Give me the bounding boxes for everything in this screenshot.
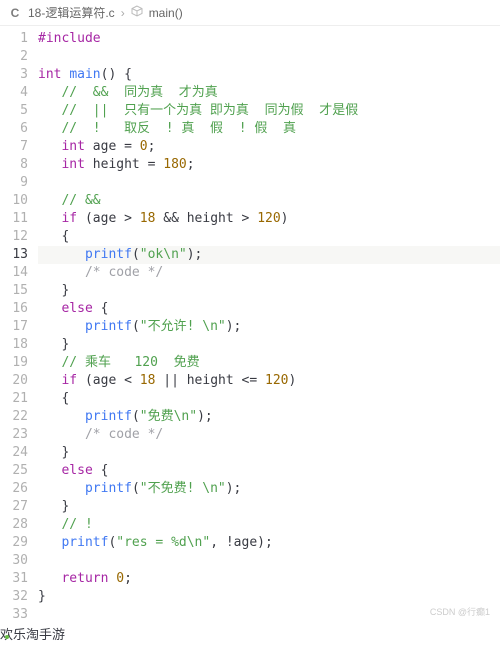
code-line[interactable]: /* code */: [38, 264, 500, 282]
line-number: 15: [0, 282, 28, 300]
line-number: 30: [0, 552, 28, 570]
code-line[interactable]: [38, 48, 500, 66]
code-line[interactable]: printf("ok\n");: [38, 246, 500, 264]
code-line[interactable]: }: [38, 282, 500, 300]
line-number: 27: [0, 498, 28, 516]
line-number: 8: [0, 156, 28, 174]
line-number: 7: [0, 138, 28, 156]
tab-symbol[interactable]: main(): [149, 6, 183, 20]
c-file-icon: C: [8, 6, 22, 20]
line-number: 2: [0, 48, 28, 66]
line-number: 4: [0, 84, 28, 102]
line-number: 5: [0, 102, 28, 120]
line-number: 1: [0, 30, 28, 48]
code-line[interactable]: }: [38, 498, 500, 516]
code-line[interactable]: [38, 174, 500, 192]
tab-filename[interactable]: 18-逻辑运算符.c: [28, 4, 115, 21]
code-line[interactable]: // ! 取反 ! 真 假 ! 假 真: [38, 120, 500, 138]
code-line[interactable]: }: [38, 444, 500, 462]
line-number: 24: [0, 444, 28, 462]
line-number: 25: [0, 462, 28, 480]
code-line[interactable]: int main() {: [38, 66, 500, 84]
line-number: 6: [0, 120, 28, 138]
code-line[interactable]: }: [38, 336, 500, 354]
line-number: 14: [0, 264, 28, 282]
watermark-text: 欢乐淘手游: [0, 628, 65, 643]
code-line[interactable]: }: [38, 588, 500, 606]
code-area[interactable]: #include int main() { // && 同为真 才为真 // |…: [38, 30, 500, 624]
line-number: 29: [0, 534, 28, 552]
code-line[interactable]: printf("不允许! \n");: [38, 318, 500, 336]
code-line[interactable]: else {: [38, 300, 500, 318]
breadcrumb: C 18-逻辑运算符.c › main(): [0, 0, 500, 26]
code-line[interactable]: // &&: [38, 192, 500, 210]
code-line[interactable]: printf("免费\n");: [38, 408, 500, 426]
line-number: 23: [0, 426, 28, 444]
symbol-icon: [131, 5, 143, 20]
code-line[interactable]: {: [38, 390, 500, 408]
code-line[interactable]: printf("res = %d\n", !age);: [38, 534, 500, 552]
line-number: 32: [0, 588, 28, 606]
code-line[interactable]: int height = 180;: [38, 156, 500, 174]
code-line[interactable]: else {: [38, 462, 500, 480]
code-line[interactable]: // 乘车 120 免费: [38, 354, 500, 372]
line-number: 28: [0, 516, 28, 534]
line-number-gutter: 1234567891011121314151617181920212223242…: [0, 30, 38, 624]
line-number: 31: [0, 570, 28, 588]
watermark: 欢乐淘手游: [0, 624, 500, 643]
line-number: 20: [0, 372, 28, 390]
line-number: 9: [0, 174, 28, 192]
line-number: 11: [0, 210, 28, 228]
code-line[interactable]: // && 同为真 才为真: [38, 84, 500, 102]
line-number: 21: [0, 390, 28, 408]
code-line[interactable]: return 0;: [38, 570, 500, 588]
line-number: 3: [0, 66, 28, 84]
code-line[interactable]: int age = 0;: [38, 138, 500, 156]
line-number: 26: [0, 480, 28, 498]
code-line[interactable]: #include: [38, 30, 500, 48]
line-number: 13: [0, 246, 28, 264]
chevron-right-icon: ›: [121, 6, 125, 20]
code-editor[interactable]: 1234567891011121314151617181920212223242…: [0, 26, 500, 624]
line-number: 12: [0, 228, 28, 246]
line-number: 16: [0, 300, 28, 318]
line-number: 18: [0, 336, 28, 354]
code-line[interactable]: if (age > 18 && height > 120): [38, 210, 500, 228]
code-line[interactable]: [38, 552, 500, 570]
line-number: 10: [0, 192, 28, 210]
line-number: 22: [0, 408, 28, 426]
code-line[interactable]: [38, 606, 500, 624]
code-line[interactable]: // !: [38, 516, 500, 534]
code-line[interactable]: if (age < 18 || height <= 120): [38, 372, 500, 390]
code-line[interactable]: printf("不免费! \n");: [38, 480, 500, 498]
code-line[interactable]: /* code */: [38, 426, 500, 444]
line-number: 17: [0, 318, 28, 336]
line-number: 33: [0, 606, 28, 624]
code-line[interactable]: {: [38, 228, 500, 246]
code-line[interactable]: // || 只有一个为真 即为真 同为假 才是假: [38, 102, 500, 120]
line-number: 19: [0, 354, 28, 372]
